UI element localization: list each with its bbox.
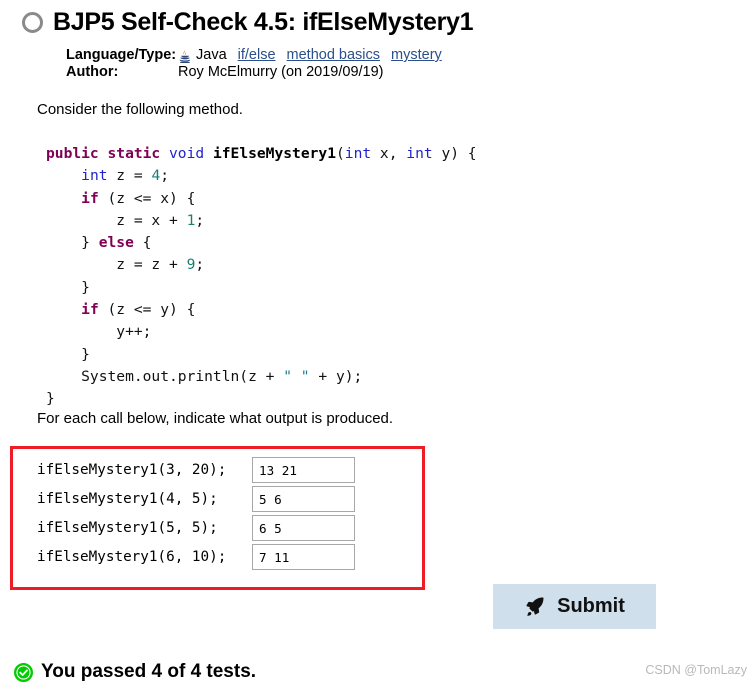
rocket-icon [524,596,545,617]
code-token: int [406,145,433,162]
code-line: } [46,388,477,410]
intro-text: Consider the following method. [37,101,243,118]
submit-button-label: Submit [557,595,625,617]
code-token: " " [283,367,310,385]
answer-input-2[interactable] [252,486,355,512]
language-type-label: Language/Type: [66,47,177,63]
watermark: CSDN @TomLazy [645,663,747,677]
page-title: BJP5 Self-Check 4.5: ifElseMystery1 [53,8,474,36]
tag-link-if-else[interactable]: if/else [238,47,276,64]
code-token: } [46,278,90,296]
code-token: z = [107,167,152,185]
call-signature: ifElseMystery1(4, 5); [37,491,218,507]
code-token: ; [160,167,170,185]
code-token: } [46,234,99,252]
answer-input-1[interactable] [252,457,355,483]
page-header: BJP5 Self-Check 4.5: ifElseMystery1 [22,8,474,37]
submit-button[interactable]: Submit [493,584,656,629]
metadata-block: Language/Type: Java if/else method basic… [66,47,442,81]
code-line: } [46,344,477,366]
instruction-text: For each call below, indicate what outpu… [37,410,394,427]
call-row: ifElseMystery1(4, 5); [37,486,407,512]
code-token: x, [371,145,407,162]
code-token: } [46,390,55,408]
answer-input-3[interactable] [252,515,355,541]
code-line: z = x + 1; [46,210,477,232]
code-token: (z <= y) { [98,301,196,319]
code-line: if (z <= x) { [46,188,477,210]
code-token: ; [195,256,205,274]
answer-input-4[interactable] [252,544,355,570]
test-result: You passed 4 of 4 tests. [13,661,257,683]
tag-link-mystery[interactable]: mystery [391,47,442,64]
code-token: y) { [432,145,477,162]
code-line: } [46,277,477,299]
code-token: z = z + [46,256,187,274]
code-token: ; [195,211,205,229]
code-token: 4 [151,167,161,185]
code-line: public static void ifElseMystery1(int x,… [46,143,477,165]
tag-link-method-basics[interactable]: method basics [287,47,381,64]
call-row: ifElseMystery1(5, 5); [37,515,407,541]
author-value: Roy McElmurry (on 2019/09/19) [178,64,384,80]
code-token: y++; [46,323,152,341]
code-token: if [81,301,99,319]
code-token: else [98,234,134,252]
language-type-value: Java if/else method basics mystery [178,47,442,64]
code-line: y++; [46,321,477,343]
code-token: void [169,145,205,162]
code-token: } [46,345,90,363]
code-token: (z <= x) { [98,189,196,207]
code-token: if [81,189,99,207]
code-token: ( [335,145,345,162]
call-row: ifElseMystery1(6, 10); [37,544,407,570]
answer-highlight-box: ifElseMystery1(3, 20); ifElseMystery1(4, … [10,446,425,590]
author-label: Author: [66,64,119,80]
code-line: System.out.println(z + " " + y); [46,366,477,388]
call-row: ifElseMystery1(3, 20); [37,457,407,483]
code-line: } else { [46,232,477,254]
code-token: z = x + [46,211,187,229]
code-token: int [344,145,372,162]
language-type-row: Language/Type: Java if/else method basic… [66,47,442,64]
code-token: public static [46,145,170,162]
code-listing: public static void ifElseMystery1(int x,… [46,143,477,411]
green-check-circle-icon [13,662,34,682]
call-signature: ifElseMystery1(6, 10); [37,549,227,565]
code-line: z = z + 9; [46,254,477,276]
code-line: if (z <= y) { [46,299,477,321]
language-name: Java [196,47,227,63]
code-token: + y); [309,367,363,385]
code-line: int z = 4; [46,165,477,187]
java-coffee-cup-icon [178,49,192,64]
author-row: Author: Roy McElmurry (on 2019/09/19) [66,64,442,81]
code-token: int [81,167,108,185]
code-token: { [133,234,152,252]
call-signature: ifElseMystery1(5, 5); [37,520,218,536]
code-token: System.out.println(z + [46,367,284,385]
empty-circle-icon [22,12,43,33]
call-signature: ifElseMystery1(3, 20); [37,462,227,478]
code-token: ifElseMystery1 [212,145,336,162]
test-result-text: You passed 4 of 4 tests. [41,661,257,682]
